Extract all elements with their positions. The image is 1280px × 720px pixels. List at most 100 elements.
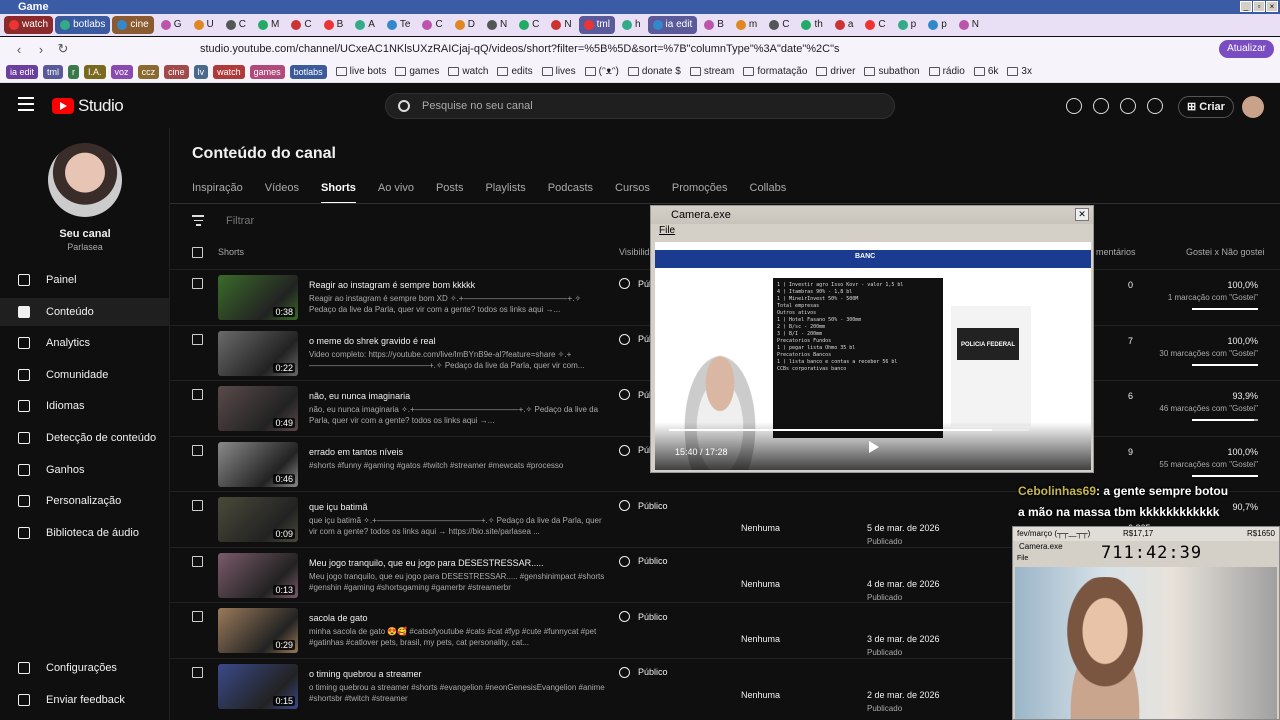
- search-input[interactable]: Pesquise no seu canal: [385, 93, 895, 119]
- tab-posts[interactable]: Posts: [436, 182, 464, 204]
- bookmark-folder[interactable]: stream: [689, 66, 734, 77]
- video-thumbnail[interactable]: 0:46: [218, 441, 298, 487]
- browser-tab[interactable]: h: [617, 16, 646, 34]
- tab-podcasts[interactable]: Podcasts: [548, 182, 593, 204]
- bookmark-chip[interactable]: ia edit: [6, 64, 39, 79]
- browser-tab[interactable]: a: [830, 16, 859, 34]
- browser-tab[interactable]: B: [699, 16, 729, 34]
- browser-tab[interactable]: D: [450, 16, 480, 34]
- visibility-cell[interactable]: Púl: [619, 444, 651, 456]
- video-title[interactable]: não, eu nunca imaginaria: [309, 391, 410, 401]
- tab-ao-vivo[interactable]: Ao vivo: [378, 182, 414, 204]
- visibility-cell[interactable]: Público: [619, 666, 668, 678]
- visibility-cell[interactable]: Púl: [619, 333, 651, 345]
- tab-collabs[interactable]: Collabs: [750, 182, 787, 204]
- browser-tab[interactable]: ia edit: [647, 16, 698, 34]
- sidebar-item-ganhos[interactable]: Ganhos: [0, 456, 170, 484]
- sidebar-item-idiomas[interactable]: Idiomas: [0, 392, 170, 420]
- channel-avatar[interactable]: [48, 143, 122, 217]
- tab-cursos[interactable]: Cursos: [615, 182, 650, 204]
- sidebar-item-personaliza-o[interactable]: Personalização: [0, 487, 170, 515]
- bookmark-folder[interactable]: rádio: [928, 66, 965, 77]
- column-header-comments[interactable]: mentários: [1096, 247, 1136, 257]
- video-title[interactable]: que içu batimã: [309, 502, 368, 512]
- select-all-checkbox[interactable]: [192, 247, 203, 258]
- camera-file-menu[interactable]: File: [659, 225, 675, 236]
- studio-logo[interactable]: Studio: [52, 96, 124, 116]
- browser-tab[interactable]: A: [350, 16, 380, 34]
- sidebar-item-conte-do[interactable]: Conteúdo: [0, 297, 170, 326]
- messages-icon[interactable]: [1066, 98, 1082, 114]
- create-button[interactable]: ⊞ Criar: [1178, 96, 1234, 118]
- browser-tab[interactable]: G: [156, 16, 187, 34]
- bookmark-chip[interactable]: lv: [193, 64, 209, 79]
- tab-inspira-o[interactable]: Inspiração: [192, 182, 243, 204]
- bookmark-chip[interactable]: games: [249, 64, 285, 79]
- row-checkbox[interactable]: [192, 333, 203, 345]
- sparkle-icon[interactable]: [1120, 98, 1136, 114]
- bookmark-folder[interactable]: edits: [497, 66, 533, 77]
- tab-promo-es[interactable]: Promoções: [672, 182, 728, 204]
- account-avatar[interactable]: [1242, 96, 1264, 118]
- help-icon[interactable]: [1093, 98, 1109, 114]
- maximize-icon[interactable]: ▫: [1253, 1, 1265, 12]
- bookmark-chip[interactable]: ccz: [137, 64, 160, 79]
- row-checkbox[interactable]: [192, 389, 203, 400]
- bookmark-folder[interactable]: subathon: [864, 66, 920, 77]
- browser-tab[interactable]: B: [319, 16, 349, 34]
- visibility-cell[interactable]: Púl: [619, 278, 651, 289]
- browser-tab[interactable]: watch: [4, 16, 54, 34]
- browser-tab[interactable]: C: [221, 16, 251, 34]
- video-progress[interactable]: [669, 429, 1029, 431]
- video-thumbnail[interactable]: 0:29: [218, 608, 298, 653]
- browser-tab[interactable]: N: [954, 16, 984, 34]
- bookmark-chip[interactable]: watch: [213, 64, 245, 79]
- browser-tab[interactable]: p: [923, 16, 952, 34]
- video-title[interactable]: errado em tantos níveis: [309, 447, 403, 457]
- bookmark-folder[interactable]: driver: [816, 66, 855, 77]
- camera-close-icon[interactable]: ✕: [1075, 208, 1089, 221]
- url-field[interactable]: studio.youtube.com/channel/UCxeAC1NKlsUX…: [200, 40, 840, 58]
- forward-icon[interactable]: ›: [30, 42, 52, 57]
- reload-icon[interactable]: ↻: [52, 41, 74, 57]
- close-icon[interactable]: ×: [1266, 1, 1278, 12]
- sidebar-item-analytics[interactable]: Analytics: [0, 329, 170, 357]
- column-header-visibility[interactable]: Visibilid: [619, 247, 649, 257]
- video-thumbnail[interactable]: 0:49: [218, 386, 298, 431]
- row-checkbox[interactable]: [192, 611, 203, 622]
- browser-tab[interactable]: cine: [112, 16, 154, 34]
- row-checkbox[interactable]: [192, 500, 203, 511]
- back-icon[interactable]: ‹: [8, 42, 30, 57]
- row-checkbox[interactable]: [192, 555, 203, 567]
- visibility-cell[interactable]: Púl: [619, 389, 651, 400]
- sidebar-item-feedback[interactable]: Enviar feedback: [0, 686, 170, 714]
- sidebar-item-comunidade[interactable]: Comunidade: [0, 361, 170, 389]
- browser-tab[interactable]: th: [796, 16, 827, 34]
- bookmark-chip[interactable]: cine: [164, 64, 189, 79]
- filter-icon[interactable]: [192, 215, 204, 226]
- video-thumbnail[interactable]: 0:22: [218, 330, 298, 376]
- video-thumbnail[interactable]: 0:15: [218, 663, 298, 709]
- bookmark-chip[interactable]: r: [68, 64, 80, 79]
- browser-tab[interactable]: C: [286, 16, 316, 34]
- browser-tab[interactable]: C: [764, 16, 794, 34]
- tab-v-deos[interactable]: Vídeos: [265, 182, 299, 204]
- row-checkbox[interactable]: [192, 278, 203, 289]
- sidebar-item-settings[interactable]: Configurações: [0, 654, 170, 682]
- camera-video[interactable]: BANC 1 ) Investir agro Isso Kovr - valor…: [655, 242, 1091, 470]
- video-title[interactable]: o timing quebrou a streamer: [309, 669, 422, 679]
- visibility-cell[interactable]: Público: [619, 500, 668, 511]
- column-header-shorts[interactable]: Shorts: [218, 247, 244, 257]
- browser-tab[interactable]: N: [482, 16, 512, 34]
- browser-tab[interactable]: p: [893, 16, 922, 34]
- sidebar-item-detec-o-de-conte-do[interactable]: Detecção de conteúdo: [0, 424, 170, 452]
- filter-input[interactable]: Filtrar: [226, 215, 254, 227]
- update-button[interactable]: Atualizar: [1219, 40, 1274, 58]
- browser-tab[interactable]: C: [417, 16, 447, 34]
- bookmark-folder[interactable]: formatação: [743, 66, 807, 77]
- row-checkbox[interactable]: [192, 444, 203, 456]
- video-title[interactable]: Reagir ao instagram é sempre bom kkkkk: [309, 280, 475, 290]
- bookmark-folder[interactable]: games: [395, 66, 439, 77]
- sidebar-item-biblioteca-de-udio[interactable]: Biblioteca de áudio: [0, 519, 170, 547]
- visibility-cell[interactable]: Público: [619, 555, 668, 567]
